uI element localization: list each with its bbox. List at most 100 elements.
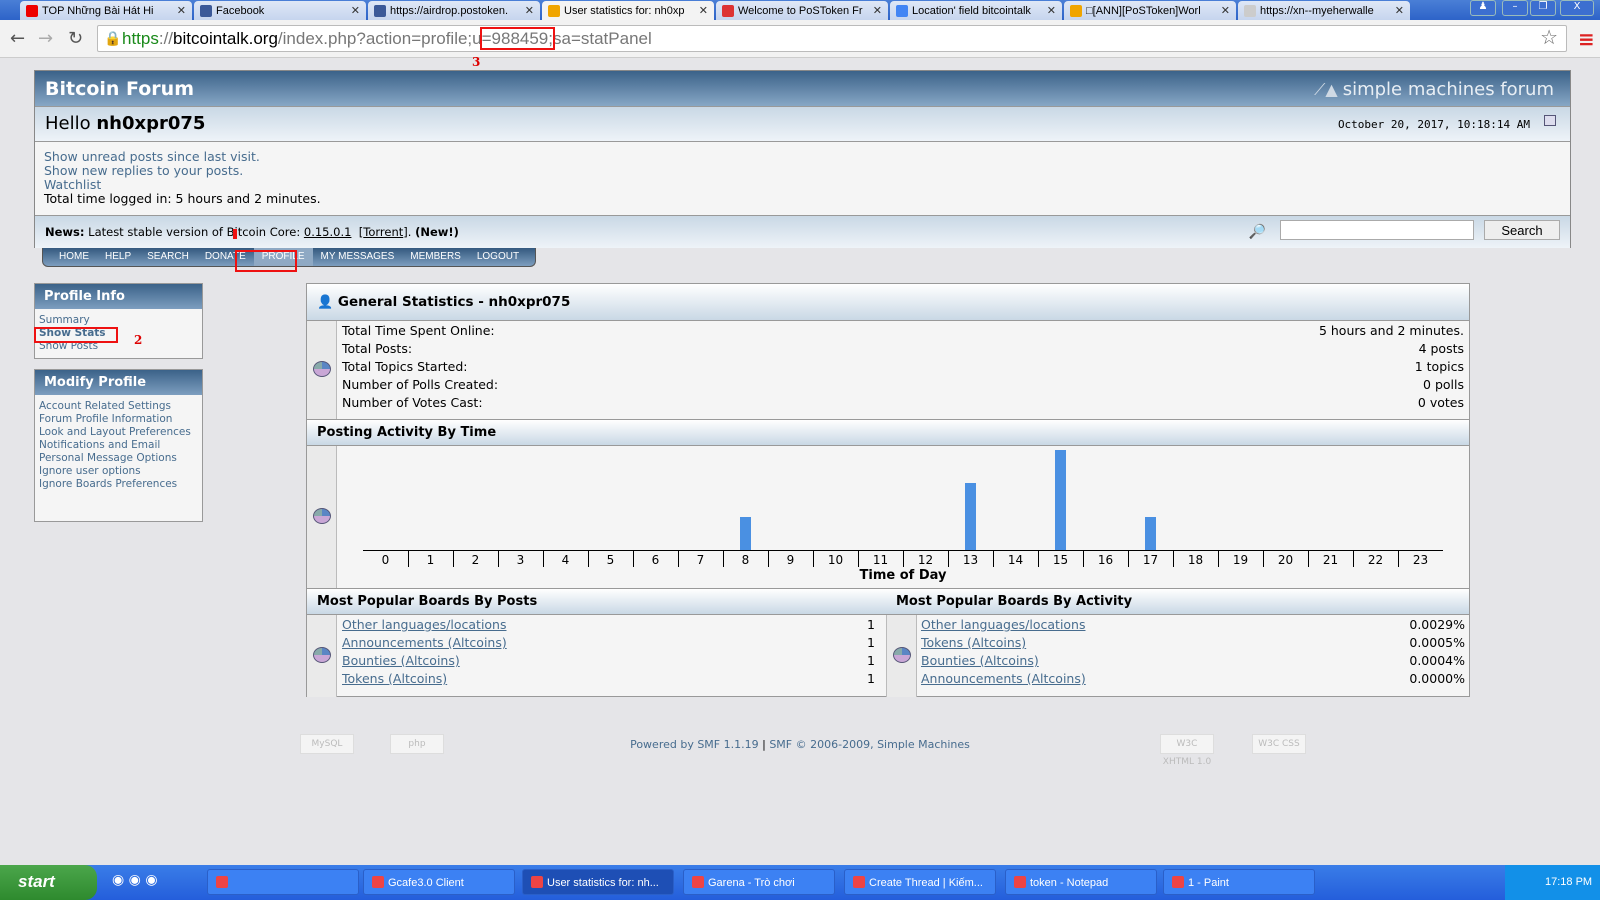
browser-tab[interactable]: User statistics for: nh0xp ✕ xyxy=(542,1,714,20)
browser-tab[interactable]: TOP Những Bài Hát Hi ✕ xyxy=(20,1,192,20)
taskbar-task[interactable]: Garena - Trò chơi xyxy=(683,869,835,895)
collapse-icon[interactable] xyxy=(1544,115,1556,126)
board-link[interactable]: Other languages/locations xyxy=(921,617,1086,635)
search-input[interactable] xyxy=(1280,220,1474,240)
boards-posts-icon-column xyxy=(307,615,337,697)
modify-profile-link[interactable]: Ignore Boards Preferences xyxy=(35,478,202,491)
browser-tab[interactable]: Facebook ✕ xyxy=(194,1,366,20)
browser-tab[interactable]: https://airdrop.postoken. ✕ xyxy=(368,1,540,20)
modify-profile-link[interactable]: Forum Profile Information xyxy=(35,413,202,426)
forward-icon[interactable]: → xyxy=(38,28,53,49)
summary-link[interactable]: Summary xyxy=(35,314,202,327)
bar-hour-8 xyxy=(739,516,751,550)
new-replies-link[interactable]: Show new replies to your posts. xyxy=(44,164,1561,178)
x-tick-label: 12 xyxy=(917,553,934,567)
close-tab-icon[interactable]: ✕ xyxy=(699,4,708,17)
back-icon[interactable]: ← xyxy=(10,28,25,49)
menu-item-home[interactable]: HOME xyxy=(51,248,97,266)
menu-item-members[interactable]: MEMBERS xyxy=(402,248,469,266)
watchlist-link[interactable]: Watchlist xyxy=(44,178,1561,192)
task-app-icon xyxy=(692,876,704,888)
css-badge[interactable]: W3C CSS xyxy=(1252,734,1306,754)
version-link[interactable]: 0.15.0.1 xyxy=(304,225,352,239)
board-link[interactable]: Announcements (Altcoins) xyxy=(342,635,507,653)
close-tab-icon[interactable]: ✕ xyxy=(351,4,360,17)
board-link[interactable]: Other languages/locations xyxy=(342,617,507,635)
task-app-icon xyxy=(531,876,543,888)
stat-label: Number of Votes Cast: xyxy=(342,395,483,410)
tab-title: Welcome to PoSToken Fr xyxy=(738,4,863,17)
torrent-link[interactable]: Torrent xyxy=(363,225,403,239)
unread-posts-link[interactable]: Show unread posts since last visit. xyxy=(44,150,1561,164)
browser-tab[interactable]: https://xn--myeherwalle ✕ xyxy=(1238,1,1410,20)
taskbar-task[interactable] xyxy=(207,869,359,895)
board-link[interactable]: Tokens (Altcoins) xyxy=(921,635,1026,653)
profile-highlight xyxy=(235,250,297,272)
boards-posts-header: Most Popular Boards By Posts xyxy=(307,588,887,615)
reload-icon[interactable]: ↻ xyxy=(68,28,83,49)
search-icon: 🔎 xyxy=(1248,224,1266,240)
close-tab-icon[interactable]: ✕ xyxy=(177,4,186,17)
taskbar-task[interactable]: Gcafe3.0 Client xyxy=(363,869,515,895)
powered-by-link[interactable]: Powered by SMF 1.1.19 xyxy=(630,738,759,751)
user-icon[interactable]: ♟ xyxy=(1470,0,1496,16)
star-icon[interactable]: ☆ xyxy=(1540,26,1558,51)
xhtml-badge[interactable]: W3C XHTML 1.0 xyxy=(1160,734,1214,767)
task-app-icon xyxy=(1014,876,1026,888)
board-link[interactable]: Announcements (Altcoins) xyxy=(921,671,1086,689)
modify-profile-link[interactable]: Ignore user options xyxy=(35,465,202,478)
browser-tab[interactable]: Welcome to PoSToken Fr ✕ xyxy=(716,1,888,20)
task-app-icon xyxy=(853,876,865,888)
url-scheme: https xyxy=(122,29,159,48)
x-tick-label: 16 xyxy=(1097,553,1114,567)
close-tab-icon[interactable]: ✕ xyxy=(1221,4,1230,17)
minimize-button[interactable]: – xyxy=(1502,0,1528,16)
start-button[interactable]: start xyxy=(0,865,97,900)
board-link[interactable]: Tokens (Altcoins) xyxy=(342,671,447,689)
x-tick-label: 11 xyxy=(872,553,889,567)
modify-profile-title: Modify Profile xyxy=(35,370,202,395)
board-link[interactable]: Bounties (Altcoins) xyxy=(921,653,1039,671)
close-tab-icon[interactable]: ✕ xyxy=(525,4,534,17)
restore-button[interactable]: ❐ xyxy=(1530,0,1556,16)
close-window-button[interactable]: X xyxy=(1560,0,1594,16)
tab-favicon-icon xyxy=(896,4,908,17)
modify-profile-link[interactable]: Personal Message Options xyxy=(35,452,202,465)
menu-item-logout[interactable]: LOGOUT xyxy=(469,248,527,266)
forum-title: Bitcoin Forum xyxy=(45,78,195,100)
taskbar-task[interactable]: Create Thread | Kiếm... xyxy=(844,869,996,895)
url-user-id: =988459; xyxy=(479,27,556,50)
taskbar-task[interactable]: token - Notepad xyxy=(1005,869,1157,895)
stat-label: Total Time Spent Online: xyxy=(342,323,495,338)
address-bar[interactable]: 🔒 https://bitcointalk.org/index.php?actio… xyxy=(97,25,1567,52)
browser-tab[interactable]: □[ANN][PoSToken]Worl ✕ xyxy=(1064,1,1236,20)
x-tick-label: 6 xyxy=(651,553,660,567)
smf-logo-text: simple machines forum xyxy=(1342,79,1554,100)
quicklaunch-icons[interactable]: ◉ ◉ ◉ xyxy=(112,872,158,888)
search-button[interactable]: Search xyxy=(1484,220,1560,240)
modify-profile-link[interactable]: Look and Layout Preferences xyxy=(35,426,202,439)
stat-row: Total Topics Started: 1 topics xyxy=(342,359,1464,377)
menu-item-search[interactable]: SEARCH xyxy=(139,248,197,266)
url-domain: bitcointalk.org xyxy=(173,29,278,48)
x-tick-label: 0 xyxy=(381,553,390,567)
url-rest: sa=statPanel xyxy=(553,29,652,48)
taskbar-task[interactable]: 1 - Paint xyxy=(1163,869,1315,895)
modify-profile-link[interactable]: Notifications and Email xyxy=(35,439,202,452)
taskbar-task[interactable]: User statistics for: nh... xyxy=(522,869,674,895)
copyright-link[interactable]: SMF © 2006-2009, Simple Machines xyxy=(769,738,970,751)
boards-activity-pie-icon xyxy=(893,647,911,663)
close-tab-icon[interactable]: ✕ xyxy=(873,4,882,17)
board-link[interactable]: Bounties (Altcoins) xyxy=(342,653,460,671)
browser-tab[interactable]: Location' field bitcointalk ✕ xyxy=(890,1,1062,20)
close-tab-icon[interactable]: ✕ xyxy=(1047,4,1056,17)
stats-pie-icon xyxy=(313,361,331,377)
x-tick-label: 22 xyxy=(1367,553,1384,567)
menu-icon[interactable]: ≡ xyxy=(1578,27,1595,51)
menu-item-my-messages[interactable]: MY MESSAGES xyxy=(313,248,403,266)
menu-item-help[interactable]: HELP xyxy=(97,248,139,266)
close-tab-icon[interactable]: ✕ xyxy=(1395,4,1404,17)
footer-sep: | xyxy=(758,738,770,751)
modify-profile-link[interactable]: Account Related Settings xyxy=(35,400,202,413)
system-tray: 17:18 PM xyxy=(1505,865,1600,900)
